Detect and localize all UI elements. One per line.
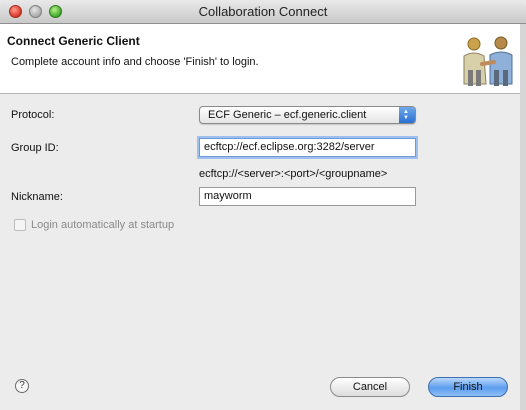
chevron-updown-icon: ▲ ▼ <box>399 107 415 123</box>
nickname-label: Nickname: <box>11 191 63 203</box>
protocol-select-value: ECF Generic – ecf.generic.client <box>208 109 367 121</box>
window-edge <box>520 24 526 410</box>
help-icon[interactable]: ? <box>15 379 29 393</box>
wizard-banner: Connect Generic Client Complete account … <box>0 24 526 94</box>
wizard-description: Complete account info and choose 'Finish… <box>11 56 259 68</box>
wizard-title: Connect Generic Client <box>7 34 140 48</box>
group-id-label: Group ID: <box>11 142 59 154</box>
nickname-input[interactable]: mayworm <box>199 187 416 206</box>
cancel-button[interactable]: Cancel <box>330 377 410 397</box>
finish-button[interactable]: Finish <box>428 377 508 397</box>
protocol-label: Protocol: <box>11 109 55 121</box>
group-id-hint: ecftcp://<server>:<port>/<groupname> <box>199 168 388 180</box>
login-automatically-checkbox[interactable] <box>14 219 26 231</box>
handshake-icon <box>463 36 513 86</box>
window-title: Collaboration Connect <box>198 4 328 19</box>
title-bar: Collaboration Connect <box>0 0 526 24</box>
group-id-input[interactable]: ecftcp://ecf.eclipse.org:3282/server <box>199 138 416 157</box>
protocol-select[interactable]: ECF Generic – ecf.generic.client ▲ ▼ <box>199 106 416 124</box>
login-automatically-label: Login automatically at startup <box>31 219 175 231</box>
dialog-window: Collaboration Connect Connect Generic Cl… <box>0 0 526 410</box>
